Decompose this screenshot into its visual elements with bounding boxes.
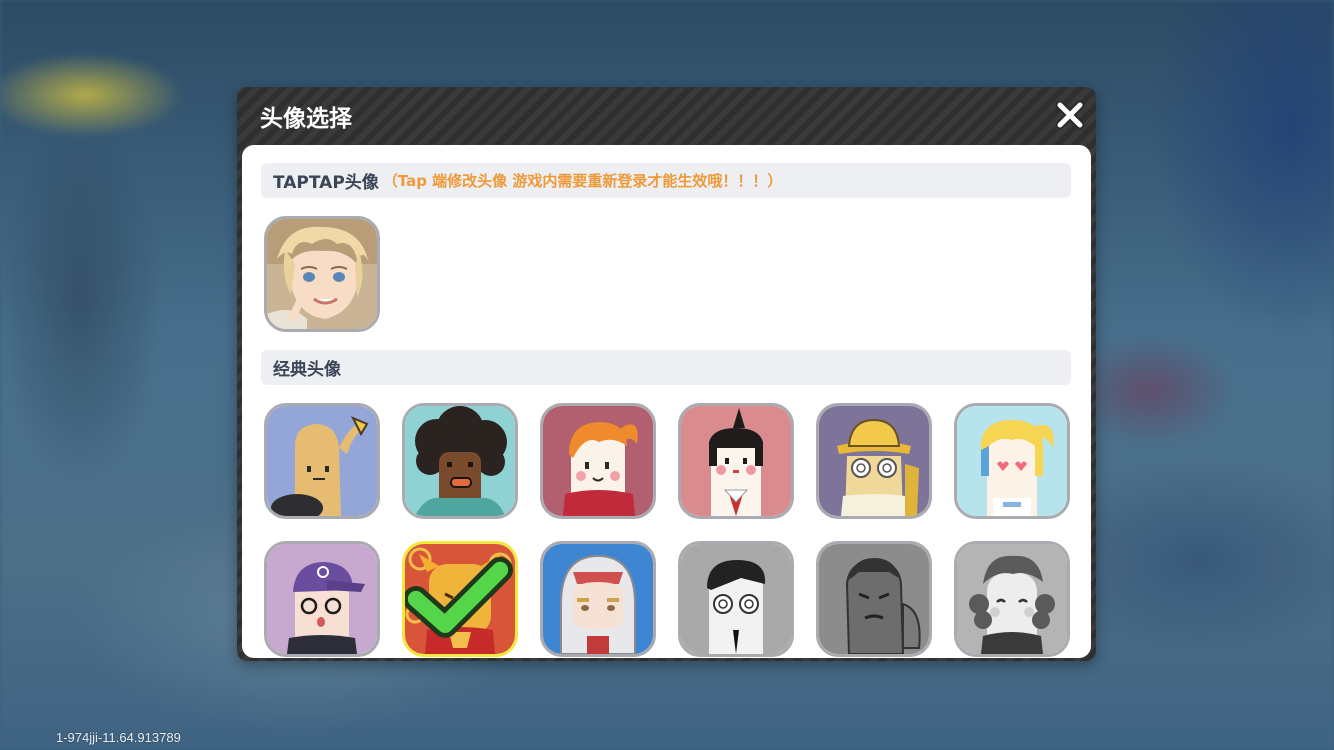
banana-avatar-icon — [267, 406, 377, 516]
dialog-title: 头像选择 — [260, 106, 352, 132]
close-button[interactable] — [1055, 100, 1085, 130]
black-bob-girl-avatar-icon — [681, 406, 791, 516]
avatar-heart-eyes-girl[interactable] — [954, 403, 1070, 519]
muscle-man-avatar-icon — [819, 544, 929, 654]
avatar-muscle-man[interactable] — [816, 541, 932, 657]
avatar-golden-ox[interactable] — [402, 541, 518, 657]
purple-cap-boy-avatar-icon — [267, 544, 377, 654]
curly-hair-lady-avatar-icon — [957, 544, 1067, 654]
orange-ponytail-girl-avatar-icon — [543, 406, 653, 516]
explorer-hat-avatar-icon — [819, 406, 929, 516]
avatar-orange-ponytail-girl[interactable] — [540, 403, 656, 519]
taptap-section-header: TAPTAP头像 （Tap 端修改头像 游戏内需要重新登录才能生效哦！！！） — [261, 163, 1071, 198]
classic-section-title: 经典头像 — [273, 360, 341, 380]
taptap-section-note: （Tap 端修改头像 游戏内需要重新登录才能生效哦！！！） — [382, 172, 783, 190]
astronaut-avatar-icon — [543, 544, 653, 654]
checkmark-icon — [405, 556, 513, 638]
avatar-black-bob-girl[interactable] — [678, 403, 794, 519]
avatar-glasses-boy[interactable] — [678, 541, 794, 657]
anime-blond-boy-avatar-icon — [267, 219, 377, 329]
avatar-afro[interactable] — [402, 403, 518, 519]
avatar-panel: TAPTAP头像 （Tap 端修改头像 游戏内需要重新登录才能生效哦！！！） 经… — [242, 145, 1091, 658]
avatar-explorer-hat[interactable] — [816, 403, 932, 519]
avatar-astronaut[interactable] — [540, 541, 656, 657]
avatar-banana[interactable] — [264, 403, 380, 519]
avatar-purple-cap-boy[interactable] — [264, 541, 380, 657]
version-label: 1-974jji-11.64.913789 — [56, 730, 181, 745]
avatar-taptap[interactable] — [264, 216, 380, 332]
close-icon — [1055, 100, 1085, 130]
glasses-boy-avatar-icon — [681, 544, 791, 654]
afro-avatar-icon — [405, 406, 515, 516]
taptap-section-title: TAPTAP头像 — [273, 173, 379, 193]
classic-section-header: 经典头像 — [261, 350, 1071, 385]
avatar-curly-hair-lady[interactable] — [954, 541, 1070, 657]
heart-eyes-girl-avatar-icon — [957, 406, 1067, 516]
avatar-select-dialog: 头像选择 TAPTAP头像 （Tap 端修改头像 游戏内需要重新登录才能生效哦！… — [237, 87, 1096, 661]
